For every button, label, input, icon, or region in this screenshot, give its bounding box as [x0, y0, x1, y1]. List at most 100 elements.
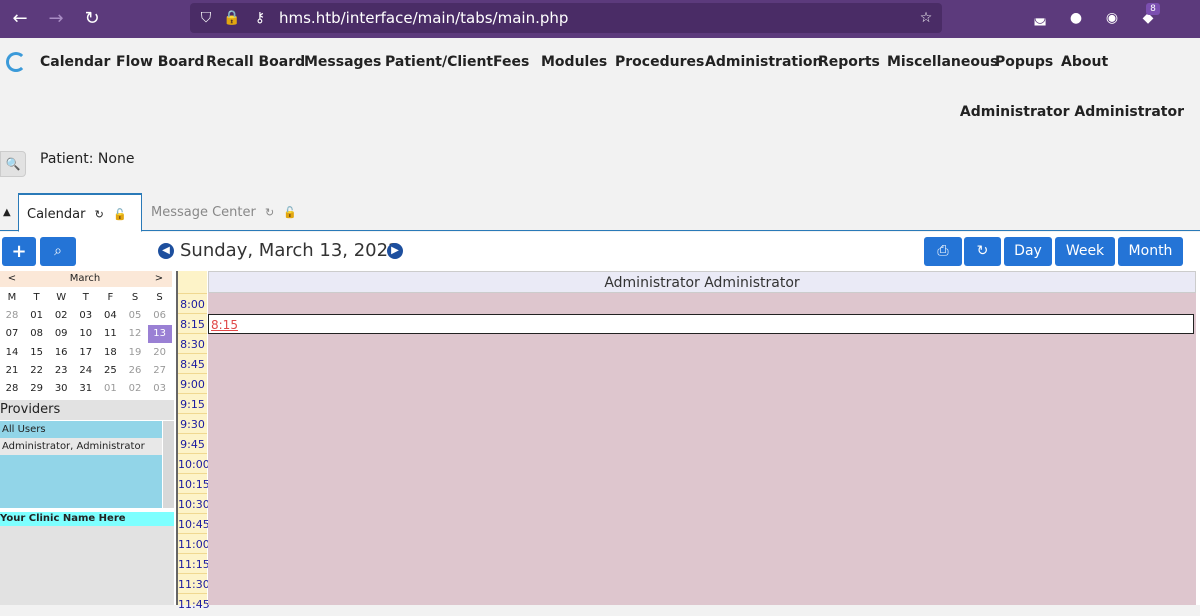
next-month-button[interactable]: >: [147, 270, 171, 288]
mini-calendar-day[interactable]: 01: [98, 380, 122, 398]
time-slot-label[interactable]: 8:15: [178, 313, 207, 333]
address-bar[interactable]: ⛉ 🔒 ⚷ hms.htb/interface/main/tabs/main.p…: [190, 3, 942, 33]
time-slot-label[interactable]: 10:45: [178, 513, 210, 533]
mini-calendar-day[interactable]: 04: [98, 307, 122, 325]
time-slot-label[interactable]: 11:00: [178, 533, 210, 553]
month-view-button[interactable]: Month: [1118, 237, 1183, 266]
mini-calendar-day[interactable]: 24: [74, 362, 98, 380]
extension-icon[interactable]: ●: [1066, 8, 1086, 28]
time-slot-label[interactable]: 11:15: [178, 553, 210, 573]
mini-calendar-day[interactable]: 18: [98, 344, 122, 362]
key-icon[interactable]: ⚷: [250, 8, 270, 28]
time-slot-label[interactable]: 9:00: [178, 373, 207, 393]
menu-flow-board[interactable]: Flow Board: [116, 54, 204, 70]
time-slot-label[interactable]: 9:45: [178, 433, 207, 453]
mini-calendar-day[interactable]: 30: [49, 380, 73, 398]
url-text[interactable]: hms.htb/interface/main/tabs/main.php: [279, 9, 568, 27]
mini-calendar-day[interactable]: 17: [74, 344, 98, 362]
mini-calendar-day[interactable]: 25: [98, 362, 122, 380]
mini-calendar-day[interactable]: 07: [0, 325, 24, 343]
bookmark-star-icon[interactable]: ☆: [916, 8, 936, 28]
mini-calendar-day[interactable]: 13: [147, 325, 172, 344]
menu-messages[interactable]: Messages: [304, 54, 381, 70]
mini-calendar-day[interactable]: 09: [49, 325, 73, 343]
time-slot-label[interactable]: 11:45: [178, 593, 210, 613]
week-view-button[interactable]: Week: [1055, 237, 1115, 266]
cookie-icon[interactable]: ◉: [1102, 8, 1122, 28]
menu-recall-board[interactable]: Recall Board: [206, 54, 305, 70]
provider-administrator[interactable]: Administrator, Administrator: [0, 438, 162, 455]
add-event-button[interactable]: +: [2, 237, 36, 266]
refresh-button[interactable]: ↻: [964, 237, 1001, 266]
menu-administration[interactable]: Administration: [705, 54, 822, 70]
user-menu[interactable]: Administrator Administrator: [960, 104, 1184, 120]
time-slot-label[interactable]: 9:15: [178, 393, 207, 413]
forward-arrow-icon[interactable]: →: [44, 7, 68, 31]
mini-calendar-day[interactable]: 16: [49, 344, 73, 362]
search-events-button[interactable]: ⌕: [40, 237, 76, 266]
mini-calendar-day[interactable]: 06: [148, 307, 172, 325]
menu-fees[interactable]: Fees: [493, 54, 529, 70]
mini-calendar-day[interactable]: 12: [123, 325, 147, 343]
mini-calendar-day[interactable]: 01: [25, 307, 49, 325]
time-slot-label[interactable]: 9:30: [178, 413, 207, 433]
unlock-icon[interactable]: 🔓: [113, 208, 127, 221]
mini-calendar-day[interactable]: 02: [49, 307, 73, 325]
mini-calendar-day[interactable]: 28: [0, 307, 24, 325]
mini-calendar-day[interactable]: 03: [148, 380, 172, 398]
tab-calendar[interactable]: Calendar ↻ 🔓 ✕: [18, 193, 142, 260]
mini-calendar-day[interactable]: 20: [148, 344, 172, 362]
refresh-icon[interactable]: ↻: [95, 208, 104, 221]
mini-calendar-day[interactable]: 05: [123, 307, 147, 325]
app-logo-icon[interactable]: [6, 52, 26, 72]
reload-icon[interactable]: ↻: [80, 7, 104, 31]
mini-calendar-day[interactable]: 15: [25, 344, 49, 362]
menu-calendar[interactable]: Calendar: [40, 54, 110, 70]
mini-calendar-day[interactable]: 23: [49, 362, 73, 380]
lock-icon[interactable]: 🔒: [222, 8, 242, 28]
prev-month-button[interactable]: <: [0, 270, 24, 288]
time-slot-label[interactable]: 10:30: [178, 493, 210, 513]
collapse-tabs-icon[interactable]: ▲: [3, 207, 11, 218]
mini-calendar-day[interactable]: 31: [74, 380, 98, 398]
tab-message-center[interactable]: Message Center ↻ 🔓 ✕: [143, 193, 303, 258]
patient-search-button[interactable]: 🔍: [0, 151, 26, 177]
time-slot-label[interactable]: 10:15: [178, 473, 210, 493]
providers-scrollbar[interactable]: [163, 421, 174, 508]
refresh-icon[interactable]: ↻: [265, 206, 274, 219]
time-slot-label[interactable]: 10:00: [178, 453, 210, 473]
slot-time-link[interactable]: 8:15: [211, 318, 238, 332]
mini-calendar-day[interactable]: 14: [0, 344, 24, 362]
shield-icon[interactable]: ⛉: [196, 8, 216, 28]
mini-calendar-day[interactable]: 02: [123, 380, 147, 398]
mini-calendar-day[interactable]: 28: [0, 380, 24, 398]
time-slot-label[interactable]: 8:45: [178, 353, 207, 373]
menu-procedures[interactable]: Procedures: [615, 54, 704, 70]
time-slot-label[interactable]: 11:30: [178, 573, 210, 593]
unlock-icon[interactable]: 🔓: [283, 206, 297, 219]
provider-all-users[interactable]: All Users: [0, 421, 162, 438]
selected-time-slot[interactable]: 8:15: [208, 314, 1194, 334]
menu-modules[interactable]: Modules: [541, 54, 607, 70]
pocket-icon[interactable]: ◛: [1030, 8, 1050, 28]
mini-calendar-day[interactable]: 19: [123, 344, 147, 362]
next-day-icon[interactable]: ▶: [387, 243, 403, 259]
mini-calendar-day[interactable]: 22: [25, 362, 49, 380]
menu-about[interactable]: About: [1061, 54, 1108, 70]
time-slot-label[interactable]: 8:30: [178, 333, 207, 353]
time-slot-label[interactable]: 8:00: [178, 293, 207, 313]
back-arrow-icon[interactable]: ←: [8, 7, 32, 31]
day-view-button[interactable]: Day: [1004, 237, 1052, 266]
mini-calendar-day[interactable]: 27: [148, 362, 172, 380]
menu-reports[interactable]: Reports: [818, 54, 880, 70]
mini-calendar-day[interactable]: 29: [25, 380, 49, 398]
menu-miscellaneous[interactable]: Miscellaneous: [887, 54, 998, 70]
mini-calendar-day[interactable]: 21: [0, 362, 24, 380]
print-button[interactable]: ⎙: [924, 237, 962, 266]
schedule-grid[interactable]: [208, 293, 1196, 605]
mini-calendar-day[interactable]: 03: [74, 307, 98, 325]
mini-calendar-day[interactable]: 11: [98, 325, 122, 343]
mini-calendar-day[interactable]: 26: [123, 362, 147, 380]
mini-calendar-day[interactable]: 08: [25, 325, 49, 343]
menu-popups[interactable]: Popups: [995, 54, 1053, 70]
